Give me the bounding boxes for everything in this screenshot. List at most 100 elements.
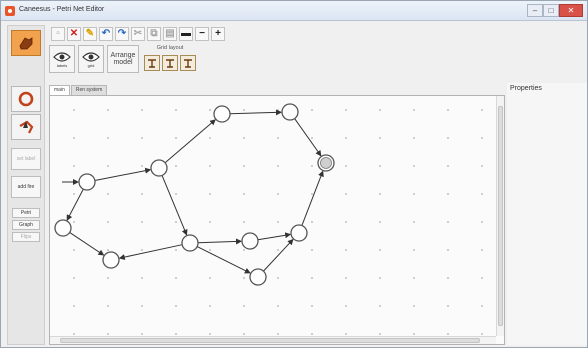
flips-mode-button[interactable]: Flips bbox=[12, 232, 40, 242]
arc-p_j-p_f[interactable] bbox=[301, 170, 324, 226]
arc-p_a-p_g[interactable] bbox=[66, 188, 84, 221]
color-icon: ▬ bbox=[181, 28, 191, 39]
grid-dot bbox=[277, 249, 279, 251]
arrange-model-button[interactable]: Arrange model bbox=[107, 45, 139, 73]
grid-dot bbox=[175, 193, 177, 195]
grid-dot bbox=[481, 305, 483, 307]
place-p_k[interactable] bbox=[249, 268, 267, 286]
arc-p_a-p_b[interactable] bbox=[94, 167, 152, 181]
undo-button[interactable]: ↶ bbox=[99, 27, 113, 41]
place-p_d[interactable] bbox=[181, 234, 199, 252]
minimize-button[interactable]: – bbox=[527, 4, 543, 17]
arc-p_d-p_k[interactable] bbox=[196, 246, 251, 274]
grid-dot bbox=[379, 137, 381, 139]
arc-p_d-p_h[interactable] bbox=[118, 244, 183, 260]
delete-button[interactable]: ✕ bbox=[67, 27, 81, 41]
arc-p_g-p_h[interactable] bbox=[69, 232, 105, 256]
grid-dot bbox=[481, 165, 483, 167]
arc-p_c-p_e[interactable] bbox=[229, 109, 283, 116]
place-p_e[interactable] bbox=[281, 103, 299, 121]
grid-dot bbox=[175, 277, 177, 279]
color-button[interactable]: ▬ bbox=[179, 27, 193, 41]
close-button[interactable]: ✕ bbox=[559, 4, 583, 17]
grid-dot bbox=[345, 137, 347, 139]
arc-p_e-p_f[interactable] bbox=[294, 118, 322, 157]
labels-toggle-button[interactable]: labels bbox=[49, 45, 75, 73]
grid-dot bbox=[107, 333, 109, 335]
grid-dot bbox=[141, 109, 143, 111]
grid-dot bbox=[413, 221, 415, 223]
petri-net-graph[interactable] bbox=[50, 96, 504, 336]
copy-icon: ⧉ bbox=[150, 28, 158, 39]
properties-panel: Properties bbox=[507, 83, 587, 345]
editor-canvas[interactable] bbox=[49, 95, 505, 345]
grid-dot bbox=[107, 221, 109, 223]
grid-dot bbox=[209, 277, 211, 279]
grid-dot bbox=[413, 333, 415, 335]
place-p_h[interactable] bbox=[102, 251, 120, 269]
window-controls: – □ ✕ bbox=[527, 4, 583, 17]
vertical-scroll-thumb[interactable] bbox=[498, 106, 503, 326]
window-title: Caneesus - Petri Net Editor bbox=[19, 6, 105, 13]
arc-p_k-p_j[interactable] bbox=[263, 238, 294, 272]
vertical-scrollbar[interactable] bbox=[496, 96, 504, 336]
grid-dot bbox=[345, 193, 347, 195]
graph-mode-button[interactable]: Graph bbox=[12, 220, 40, 230]
plus-icon: + bbox=[215, 28, 221, 39]
copy-button[interactable]: ⧉ bbox=[147, 27, 161, 41]
redo-button[interactable]: ↷ bbox=[115, 27, 129, 41]
grid-dot bbox=[413, 277, 415, 279]
layout-icon bbox=[148, 59, 156, 68]
place-tool-button[interactable] bbox=[11, 86, 41, 112]
zoom-out-button[interactable]: − bbox=[195, 27, 209, 41]
set-label-button[interactable]: set label bbox=[11, 148, 41, 170]
grid-dot bbox=[175, 249, 177, 251]
arc-p_b-p_d[interactable] bbox=[161, 175, 188, 236]
tab-main[interactable]: main bbox=[49, 85, 70, 95]
horizontal-scroll-thumb[interactable] bbox=[60, 338, 480, 343]
grid-dot bbox=[379, 165, 381, 167]
grid-layout-button-3[interactable] bbox=[180, 55, 196, 71]
arc-tool-button[interactable] bbox=[11, 114, 41, 140]
grid-dot bbox=[73, 221, 75, 223]
pen-button[interactable]: ✎ bbox=[83, 27, 97, 41]
cut-button[interactable]: ✂ bbox=[131, 27, 145, 41]
place-p_c[interactable] bbox=[213, 105, 231, 123]
grid-dot bbox=[447, 305, 449, 307]
place-p_i[interactable] bbox=[241, 232, 259, 250]
grid-layout-button-1[interactable] bbox=[144, 55, 160, 71]
place-p_g[interactable] bbox=[54, 219, 72, 237]
place-p_j[interactable] bbox=[290, 224, 308, 242]
place-p_b[interactable] bbox=[150, 159, 168, 177]
add-fire-button[interactable]: add fire bbox=[11, 176, 41, 198]
grid-dot bbox=[141, 333, 143, 335]
grid-dot bbox=[413, 305, 415, 307]
grid-toggle-button[interactable]: grid bbox=[78, 45, 104, 73]
place-p_a[interactable] bbox=[78, 173, 96, 191]
grid-layout-label: Grid layout bbox=[156, 45, 184, 51]
grid-dot bbox=[141, 193, 143, 195]
arc-p_d-p_i[interactable] bbox=[197, 238, 243, 245]
grid-dot bbox=[345, 221, 347, 223]
horizontal-scrollbar[interactable] bbox=[50, 336, 496, 344]
zoom-in-button[interactable]: + bbox=[211, 27, 225, 41]
arc-p_i-p_j[interactable] bbox=[257, 232, 292, 241]
grid-dot bbox=[209, 193, 211, 195]
undo-icon: ↶ bbox=[101, 28, 111, 39]
new-button[interactable]: ▫ bbox=[51, 27, 65, 41]
grid-dot bbox=[73, 305, 75, 307]
grid-dot bbox=[311, 193, 313, 195]
petri-mode-button[interactable]: Petri bbox=[12, 208, 40, 218]
arc-p_b-p_c[interactable] bbox=[164, 119, 216, 164]
grid-dot bbox=[345, 277, 347, 279]
grid-dot bbox=[379, 221, 381, 223]
grid-dot bbox=[447, 277, 449, 279]
paste-button[interactable]: ▤ bbox=[163, 27, 177, 41]
grid-dot bbox=[73, 193, 75, 195]
grid-dot bbox=[481, 193, 483, 195]
grid-layout-button-2[interactable] bbox=[162, 55, 178, 71]
hand-tool-button[interactable] bbox=[11, 30, 41, 56]
tab-ren-system[interactable]: Ren system bbox=[70, 85, 108, 95]
grid-dot bbox=[141, 305, 143, 307]
maximize-button[interactable]: □ bbox=[543, 4, 559, 17]
